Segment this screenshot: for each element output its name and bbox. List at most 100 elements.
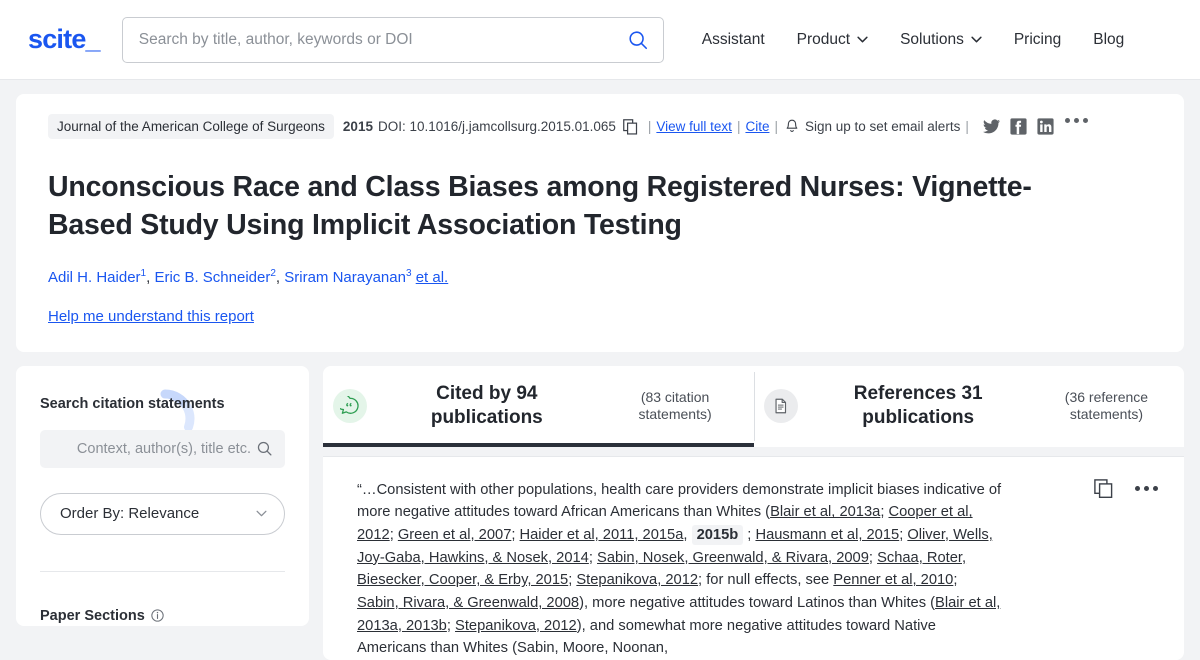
content-area: Search citation statements Order By: Rel… [16,365,1185,660]
tab-cited-by-sublabel: (83 citation statements) [638,388,712,423]
publication-year: 2015 [342,119,373,134]
nav-label: Blog [1093,30,1125,48]
citation-reference-link[interactable]: Hausmann et al, 2015 [755,527,899,543]
page-title: Unconscious Race and Class Biases among … [48,171,1032,241]
site-header: scite_ Assistant Product Solutions Prici… [0,0,1200,80]
dot [1153,485,1158,491]
citation-reference-link[interactable]: Blair et al, 2013a [770,504,880,520]
social-share-group [982,117,1055,136]
author-link[interactable]: Sriram Narayanan3 [284,267,412,286]
dot [1135,485,1140,491]
document-icon [763,389,798,424]
et-al-link[interactable]: et al. [416,269,449,286]
citation-reference-link[interactable]: Haider et al, 2011, 2015a [520,527,684,543]
paper-sections-label: Paper Sections [40,607,145,624]
copy-doi-icon[interactable] [623,118,638,135]
tab-references-label: References 31 publications [853,383,983,429]
statement-text-run: ; [511,527,520,544]
nav-label: Pricing [1013,30,1062,48]
nav-label: Assistant [701,30,765,48]
more-options-button[interactable] [1064,118,1088,135]
tab-cited-by-label: Cited by 94 publications [430,383,543,429]
citation-reference-link[interactable]: Penner et al, 2010 [833,572,953,588]
citation-reference-link[interactable]: Sabin, Rivara, & Greenwald, 2008 [357,595,579,611]
meta-separator: | [647,119,652,134]
search-input[interactable] [136,29,627,50]
sidebar-heading: Search citation statements [40,395,225,412]
chevron-down-icon [857,36,868,43]
nav-item-blog[interactable]: Blog [1077,25,1140,55]
search-icon[interactable] [256,440,273,457]
author-link[interactable]: Eric B. Schneider2 [154,268,275,286]
main-nav: Assistant Product Solutions Pricing Blog [686,25,1141,55]
chevron-down-icon [971,36,982,43]
citations-panel: Cited by 94 publications (83 citation st… [323,365,1185,660]
author-list: Adil H. Haider1, Eric B. Schneider2, Sri… [48,268,1152,286]
tab-references-sublabel: (36 reference statements) [1064,388,1149,423]
meta-separator: | [774,119,778,134]
paper-meta-row: Journal of the American College of Surge… [48,114,1152,139]
statement-text-run: ; [743,527,756,544]
nav-label: Solutions [900,30,964,48]
statement-text-run: ; [868,549,878,566]
help-understand-report-link[interactable]: Help me understand this report [48,308,254,325]
citation-reference-link[interactable]: Sabin, Nosek, Greenwald, & Rivara, 2009 [597,550,869,566]
search-icon[interactable] [627,29,649,51]
statement-text-run: , [683,527,692,544]
view-full-text-link[interactable]: View full text [656,119,732,134]
nav-label: Product [796,30,851,48]
dot [1073,118,1079,123]
citation-statement-text: “…Consistent with other populations, hea… [357,479,1002,660]
facebook-icon[interactable] [1009,117,1028,136]
doi-text: DOI: 10.1016/j.jamcollsurg.2015.01.065 [377,119,616,134]
global-search[interactable] [121,16,664,63]
citation-reference-link[interactable]: Stepanikova, 2012 [576,572,698,588]
statement-text-run: ), more negative attitudes toward Latino… [579,594,936,611]
citation-filter-sidebar: Search citation statements Order By: Rel… [16,365,309,626]
meta-separator: | [965,119,969,134]
author-link[interactable]: Adil H. Haider1 [48,268,146,286]
journal-name-chip[interactable]: Journal of the American College of Surge… [48,114,334,139]
dot [1082,118,1088,123]
tab-cited-by[interactable]: Cited by 94 publications (83 citation st… [323,366,754,447]
statement-text-run: ; [953,572,958,589]
nav-item-solutions[interactable]: Solutions [884,25,998,55]
citation-search-input[interactable] [52,439,253,458]
highlighted-citation-token[interactable]: 2015b [691,525,744,546]
nav-item-pricing[interactable]: Pricing [998,25,1077,55]
citation-tabs: Cited by 94 publications (83 citation st… [323,365,1185,447]
statement-tools [1094,478,1158,498]
citation-search-field[interactable] [40,429,285,468]
tab-references[interactable]: References 31 publications (36 reference… [753,366,1185,447]
citation-reference-link[interactable]: Green et al, 2007 [398,527,512,543]
order-by-value: Order By: Relevance [60,505,200,523]
author-name: Sriram Narayanan [284,268,406,286]
dot [1064,118,1070,123]
info-icon[interactable] [151,609,164,622]
meta-separator: | [736,119,741,134]
statement-more-options-button[interactable] [1135,485,1158,491]
statement-text-run: ; [389,527,398,544]
chevron-down-icon [256,510,267,517]
linkedin-icon[interactable] [1036,117,1055,136]
nav-item-product[interactable]: Product [781,25,884,55]
citation-reference-link[interactable]: Stepanikova, 2012 [455,618,577,634]
author-affiliation-marker: 3 [405,267,412,279]
nav-item-assistant[interactable]: Assistant [686,25,781,55]
order-by-select[interactable]: Order By: Relevance [40,492,285,535]
author-separator: , [275,268,285,286]
author-name: Adil H. Haider [48,268,141,286]
paper-summary-card: Journal of the American College of Surge… [16,94,1184,352]
paper-sections-heading: Paper Sections [40,608,285,624]
email-alerts-text[interactable]: Sign up to set email alerts [805,119,960,134]
statement-text-run: ; [588,549,598,566]
bell-icon[interactable] [785,119,799,135]
statement-text-run: ; [446,617,456,634]
quote-bubble-icon [333,389,367,424]
copy-statement-icon[interactable] [1094,478,1113,498]
scite-logo[interactable]: scite_ [28,24,101,55]
citation-statement-card: “…Consistent with other populations, hea… [323,455,1184,660]
dot [1144,485,1149,491]
cite-link[interactable]: Cite [745,119,769,134]
twitter-icon[interactable] [982,117,1001,136]
